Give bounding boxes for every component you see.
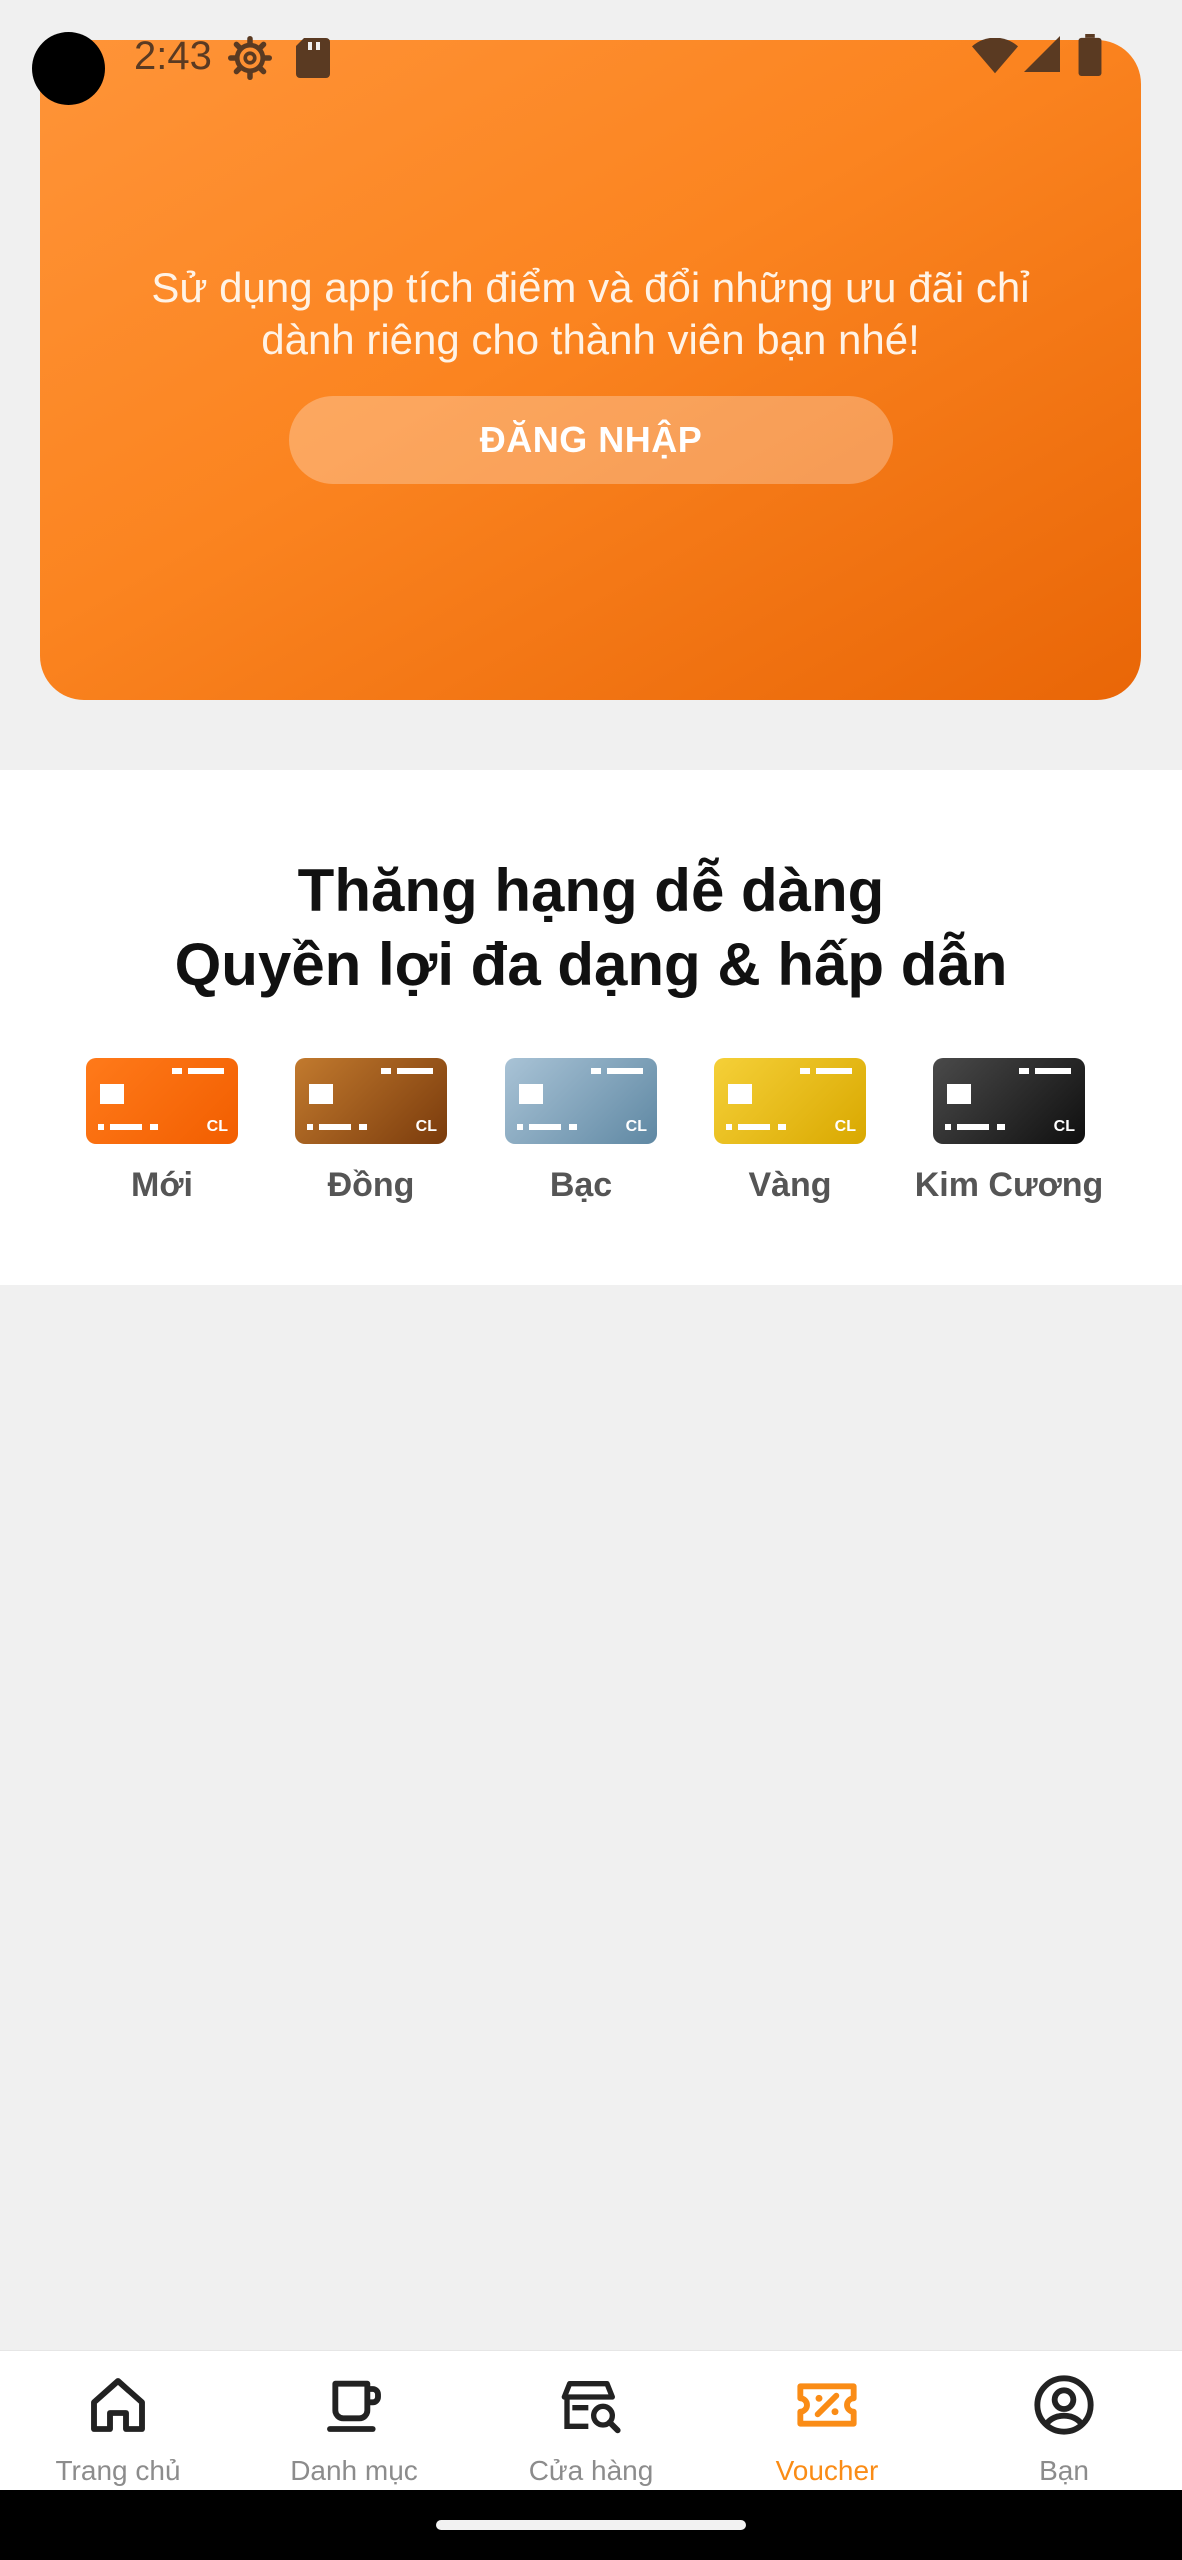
- cup-icon: [327, 2380, 381, 2432]
- camera-cutout: [32, 32, 105, 105]
- tier-dong: CL Đồng: [271, 1058, 471, 1205]
- tier-card-icon: CL: [295, 1058, 447, 1144]
- tier-label: Mới: [131, 1166, 193, 1204]
- nav-label: Danh mục: [290, 2455, 418, 2486]
- tier-card-icon: CL: [714, 1058, 866, 1144]
- nav-label: Trang chủ: [55, 2455, 181, 2486]
- tier-card-brand: CL: [206, 1118, 228, 1135]
- wifi-icon: [972, 38, 1018, 74]
- tiers-title-line-2: Quyền lợi đa dạng & hấp dẫn: [174, 931, 1008, 998]
- home-gesture-handle[interactable]: [436, 2520, 746, 2530]
- login-promo-text: Sử dụng app tích điểm và đổi những ưu đã…: [100, 262, 1081, 366]
- nav-item-cua-hang[interactable]: Cửa hàng: [473, 2351, 709, 2491]
- tier-label: Kim Cương: [914, 1166, 1104, 1204]
- membership-tiers-section: Thăng hạng dễ dàng Quyền lợi đa dạng & h…: [0, 770, 1182, 1285]
- store-search-icon: [561, 2381, 621, 2434]
- voucher-icon: [797, 2383, 857, 2427]
- nav-item-danh-muc[interactable]: Danh mục: [236, 2351, 472, 2491]
- tiers-title-line-1: Thăng hạng dễ dàng: [297, 857, 885, 924]
- tier-card-icon: CL: [933, 1058, 1085, 1144]
- tier-label: Bạc: [549, 1166, 613, 1204]
- tier-vang: CL Vàng: [690, 1058, 890, 1205]
- sd-card-icon: [296, 38, 330, 78]
- user-icon: [1034, 2375, 1094, 2435]
- tier-label: Đồng: [327, 1166, 415, 1204]
- nav-label: Voucher: [775, 2455, 879, 2486]
- status-time: 2:43: [134, 34, 212, 78]
- bottom-navigation: Trang chủ Danh mục Cửa hàng Voucher Bạn: [0, 2350, 1182, 2491]
- tiers-title: Thăng hạng dễ dàng Quyền lợi đa dạng & h…: [0, 854, 1182, 1002]
- gear-icon: [228, 36, 272, 80]
- tier-kim-cuong: CL Kim Cương: [909, 1058, 1109, 1205]
- tier-card-brand: CL: [834, 1118, 856, 1135]
- status-bar: 2:43: [0, 0, 1182, 110]
- nav-label: Bạn: [1039, 2455, 1089, 2486]
- system-gesture-area: [0, 2490, 1182, 2560]
- battery-icon: [1078, 34, 1102, 76]
- nav-item-trang-chu[interactable]: Trang chủ: [0, 2351, 236, 2491]
- login-button[interactable]: ĐĂNG NHẬP: [289, 396, 893, 484]
- home-icon: [91, 2378, 145, 2432]
- signal-icon: [1024, 36, 1060, 72]
- tier-card-brand: CL: [415, 1118, 437, 1135]
- tier-label: Vàng: [748, 1166, 832, 1204]
- nav-label: Cửa hàng: [528, 2455, 654, 2486]
- tier-moi: CL Mới: [62, 1058, 262, 1205]
- tier-card-icon: CL: [86, 1058, 238, 1144]
- tier-bac: CL Bạc: [481, 1058, 681, 1205]
- promo-line-2: dành riêng cho thành viên bạn nhé!: [261, 316, 920, 363]
- tier-card-icon: CL: [505, 1058, 657, 1144]
- nav-item-ban[interactable]: Bạn: [946, 2351, 1182, 2491]
- nav-item-voucher[interactable]: Voucher: [709, 2351, 945, 2491]
- login-promo-card: Sử dụng app tích điểm và đổi những ưu đã…: [40, 40, 1141, 700]
- tier-card-brand: CL: [625, 1118, 647, 1135]
- tier-card-brand: CL: [1053, 1118, 1075, 1135]
- promo-line-1: Sử dụng app tích điểm và đổi những ưu đã…: [151, 264, 1030, 311]
